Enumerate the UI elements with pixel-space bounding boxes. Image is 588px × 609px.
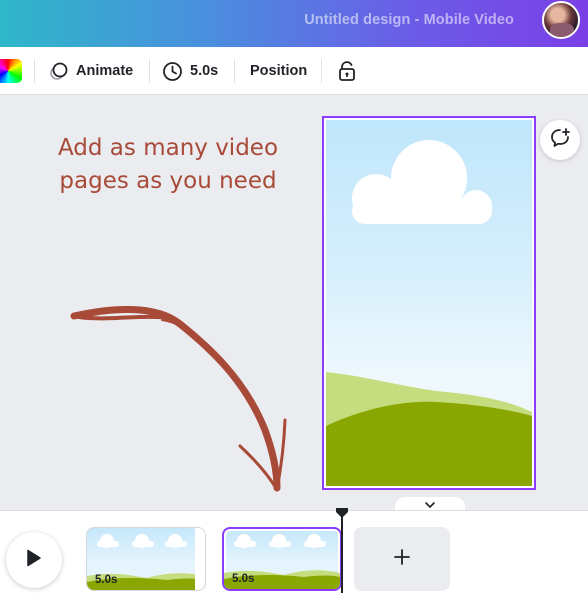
design-title[interactable]: Untitled design - Mobile Video: [304, 12, 514, 28]
duration-button[interactable]: 5.0s: [162, 47, 218, 95]
hand-drawn-arrow: [70, 305, 287, 492]
play-button[interactable]: [6, 532, 62, 588]
duration-label: 5.0s: [190, 63, 219, 79]
page-thumbnail-2[interactable]: 5.0s: [222, 527, 342, 591]
page-duration: 5.0s: [232, 573, 255, 585]
animate-button[interactable]: Animate: [49, 47, 133, 95]
clock-icon: [162, 61, 183, 82]
toolbar-divider: [321, 59, 322, 83]
position-label: Position: [250, 63, 308, 79]
animate-icon: [49, 61, 69, 81]
add-comment-icon: [549, 127, 571, 154]
avatar[interactable]: [542, 1, 580, 39]
top-bar: Untitled design - Mobile Video: [0, 0, 588, 47]
color-picker-button[interactable]: [0, 59, 22, 83]
animate-label: Animate: [76, 63, 134, 79]
annotation-line-2: pages as you need: [59, 168, 277, 194]
add-comment-button[interactable]: [540, 120, 580, 160]
annotation-line-1: Add as many video: [57, 135, 279, 161]
video-page-canvas[interactable]: [322, 116, 536, 490]
timeline-panel: 5.0s 5.0s: [0, 507, 588, 609]
add-page-button[interactable]: [354, 527, 450, 591]
plus-icon: [394, 548, 410, 570]
toolbar-divider: [234, 59, 235, 83]
cloud: [352, 140, 492, 224]
position-button[interactable]: Position: [250, 47, 307, 95]
editor-toolbar: Animate 5.0s Position: [0, 47, 588, 95]
playhead-handle[interactable]: [335, 507, 349, 519]
lock-icon: [337, 60, 357, 82]
play-icon: [26, 549, 42, 572]
toolbar-divider: [149, 59, 150, 83]
playhead[interactable]: [341, 511, 343, 593]
page-background: [326, 120, 532, 486]
annotation-text: Add as many video pages as you need: [38, 132, 298, 198]
landscape-illustration: [326, 140, 532, 486]
page-thumbnail-1[interactable]: 5.0s: [86, 527, 206, 591]
lock-button[interactable]: [337, 47, 357, 95]
page-duration: 5.0s: [95, 574, 118, 586]
toolbar-divider: [34, 59, 35, 83]
